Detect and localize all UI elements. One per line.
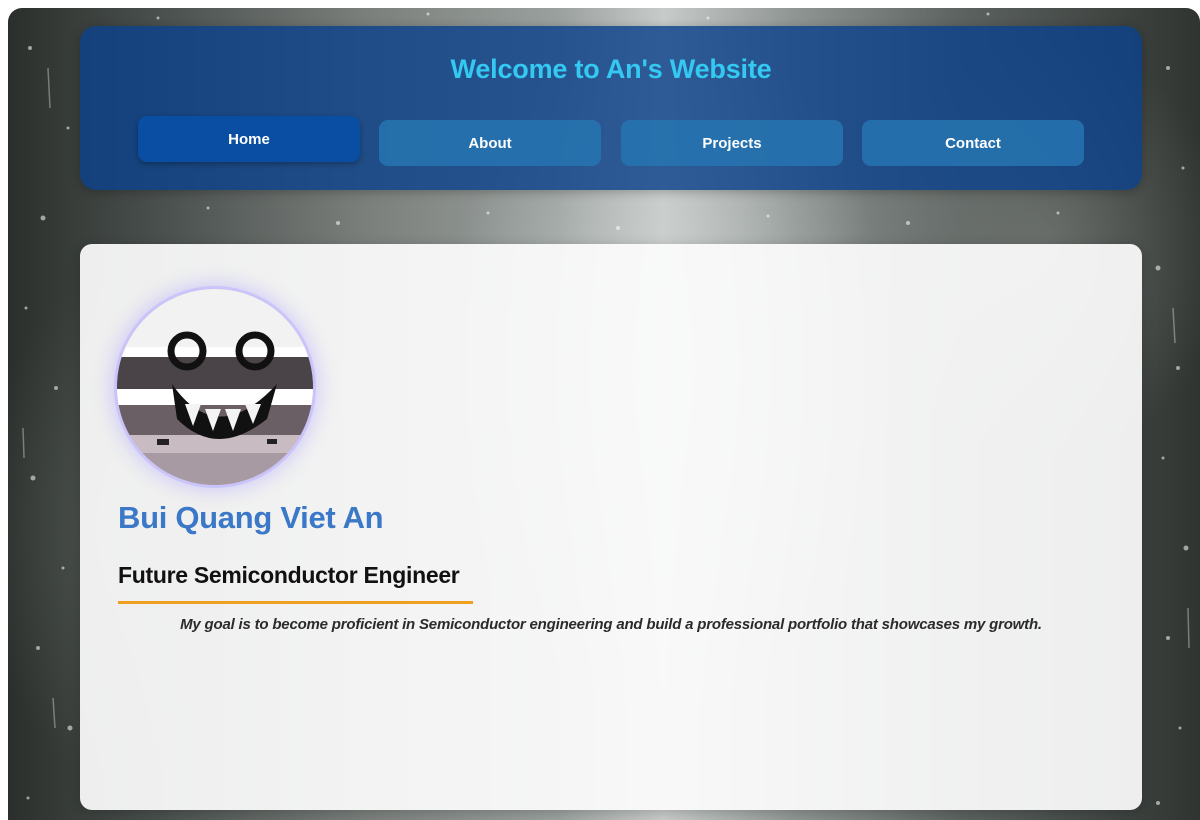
main-nav: Home About Projects Contact xyxy=(138,116,1086,166)
avatar-face-image xyxy=(117,289,313,485)
avatar xyxy=(117,289,313,485)
profile-goal-text: My goal is to become proficient in Semic… xyxy=(180,616,1042,633)
nav-about-button[interactable]: About xyxy=(379,120,601,166)
role-underline-divider xyxy=(118,601,473,604)
site-header: Welcome to An's Website Home About Proje… xyxy=(80,26,1142,190)
browser-viewport: Welcome to An's Website Home About Proje… xyxy=(8,8,1200,820)
profile-name: Bui Quang Viet An xyxy=(118,500,384,535)
profile-role: Future Semiconductor Engineer xyxy=(118,562,460,588)
nav-home-button[interactable]: Home xyxy=(138,116,360,162)
nav-contact-button[interactable]: Contact xyxy=(862,120,1084,166)
nav-projects-button[interactable]: Projects xyxy=(621,120,843,166)
profile-card: Bui Quang Viet An Future Semiconductor E… xyxy=(80,244,1142,810)
site-title: Welcome to An's Website xyxy=(450,54,772,84)
